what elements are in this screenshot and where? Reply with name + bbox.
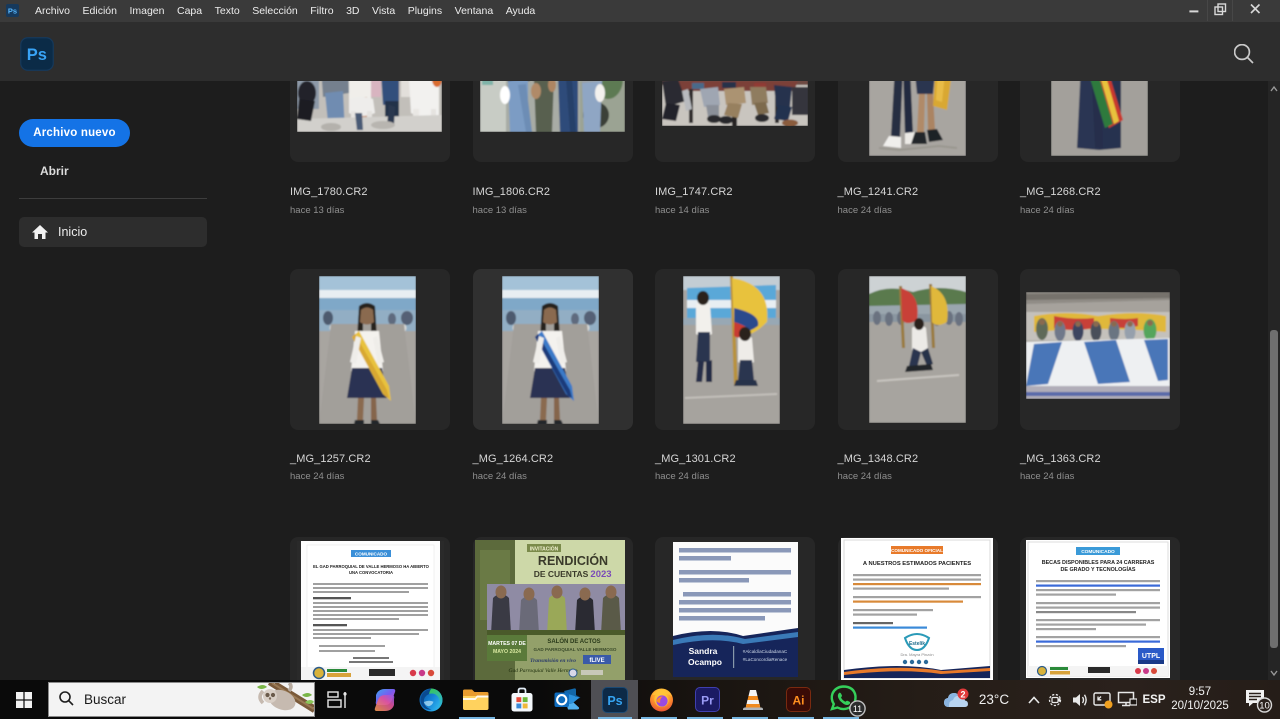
svg-text:COMUNICADO: COMUNICADO bbox=[1081, 549, 1115, 555]
svg-text:2023: 2023 bbox=[590, 569, 611, 580]
svg-text:COMUNICADO OFICIAL: COMUNICADO OFICIAL bbox=[891, 548, 943, 553]
svg-text:10: 10 bbox=[1259, 700, 1270, 711]
svg-text:DE GRADO Y TECNOLOGÍAS: DE GRADO Y TECNOLOGÍAS bbox=[1061, 565, 1136, 573]
svg-text:Estelik: Estelik bbox=[908, 641, 924, 647]
svg-text:BECAS DISPONIBLES PARA 24 CARR: BECAS DISPONIBLES PARA 24 CARRERAS bbox=[1042, 560, 1155, 566]
svg-text:Ocampo: Ocampo bbox=[688, 657, 722, 667]
svg-text:fLIVE: fLIVE bbox=[589, 658, 604, 664]
svg-text:Gad Parroquial Valle Hermoso: Gad Parroquial Valle Hermoso bbox=[508, 668, 577, 674]
svg-text:UTPL: UTPL bbox=[1142, 653, 1161, 660]
svg-text:RENDICIÓN: RENDICIÓN bbox=[538, 553, 608, 568]
svg-text:#AlcaldíaCiudadanaC: #AlcaldíaCiudadanaC bbox=[743, 649, 788, 654]
svg-text:#LaConcordiaRenace: #LaConcordiaRenace bbox=[743, 657, 788, 662]
svg-text:Sandra: Sandra bbox=[689, 646, 718, 656]
svg-text:Ps: Ps bbox=[607, 694, 622, 708]
svg-text:Transmisión en vivo: Transmisión en vivo bbox=[530, 658, 576, 664]
svg-text:EL GAD PARROQUIAL DE VALLE HER: EL GAD PARROQUIAL DE VALLE HERMOSO HA AB… bbox=[313, 564, 430, 569]
svg-text:Dra. Mayra Pinzón: Dra. Mayra Pinzón bbox=[900, 652, 933, 657]
svg-text:SALÓN DE ACTOS: SALÓN DE ACTOS bbox=[547, 637, 600, 645]
svg-text:A NUESTROS ESTIMADOS PACIENTES: A NUESTROS ESTIMADOS PACIENTES bbox=[862, 561, 970, 567]
svg-text:11: 11 bbox=[853, 704, 862, 714]
svg-text:MARTES 07 DE: MARTES 07 DE bbox=[488, 641, 526, 647]
svg-text:DE CUENTAS: DE CUENTAS bbox=[534, 569, 589, 579]
svg-text:2: 2 bbox=[960, 689, 965, 699]
svg-text:GAD PARROQUIAL VALLE HERMOSO: GAD PARROQUIAL VALLE HERMOSO bbox=[534, 647, 617, 652]
svg-text:Ps: Ps bbox=[27, 46, 47, 64]
svg-text:INVITACIÓN: INVITACIÓN bbox=[530, 545, 559, 553]
svg-text:UNA CONVOCATORIA: UNA CONVOCATORIA bbox=[348, 570, 392, 575]
svg-text:MAYO 2024: MAYO 2024 bbox=[493, 649, 521, 655]
svg-text:COMUNICADO: COMUNICADO bbox=[354, 552, 387, 557]
svg-text:Ps: Ps bbox=[8, 7, 17, 16]
svg-text:Ai: Ai bbox=[793, 694, 805, 708]
svg-text:Pr: Pr bbox=[701, 694, 714, 708]
